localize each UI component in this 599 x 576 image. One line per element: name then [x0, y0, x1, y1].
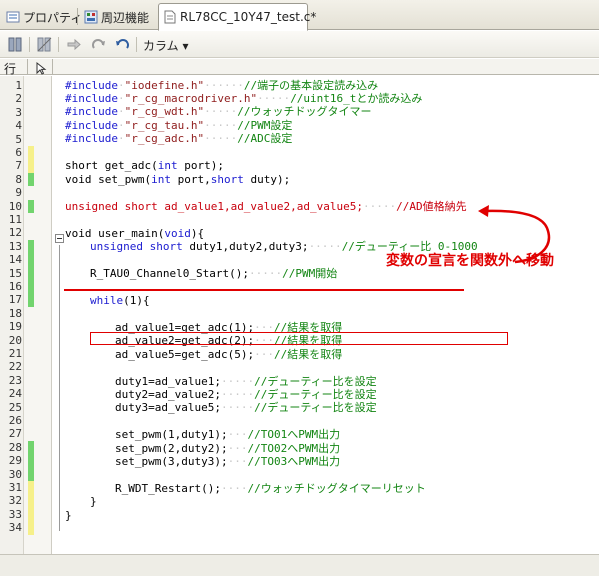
line-number: 2	[15, 92, 22, 106]
horizontal-scrollbar[interactable]	[0, 554, 599, 576]
code-line-12: void user_main(void){	[65, 227, 205, 240]
code-line-17: while(1){	[90, 294, 150, 307]
change-marker	[28, 467, 34, 481]
tab-label: プロパティ	[23, 10, 83, 25]
code-line-31: R_WDT_Restart();····//ウォッチドッグタイマーリセット	[115, 482, 426, 495]
redo-icon[interactable]	[90, 36, 107, 53]
code-line-4: #include·"r_cg_tau.h"·····//PWM設定	[65, 119, 293, 132]
line-number: 17	[8, 293, 22, 307]
change-marker	[28, 521, 34, 535]
line-number: 11	[8, 213, 22, 226]
column-menu-button[interactable]: カラム ▾	[143, 37, 188, 54]
line-number: 23	[8, 373, 22, 387]
line-number: 31	[8, 481, 22, 494]
change-marker	[28, 253, 34, 267]
line-number: 15	[8, 266, 22, 280]
code-line-29: set_pwm(3,duty3);···//TO03へPWM出力	[115, 455, 341, 468]
code-line-7: short get_adc(int port);	[65, 159, 224, 172]
line-number: 21	[8, 347, 22, 360]
line-number: 8	[15, 172, 22, 186]
line-number: 7	[15, 159, 22, 173]
bookmark-icon[interactable]	[7, 36, 24, 53]
forward-icon[interactable]	[65, 36, 82, 53]
fold-toggle-icon[interactable]	[55, 234, 64, 243]
line-header-label: 行	[4, 62, 17, 76]
line-number: 28	[8, 440, 22, 454]
line-number: 4	[15, 119, 22, 133]
code-line-33: }	[65, 509, 72, 522]
code-line-1: #include·"iodefine.h"······//端子の基本設定読み込み	[65, 79, 379, 92]
line-number: 22	[8, 360, 22, 374]
annotation-arrow-icon	[478, 205, 550, 264]
code-line-27: set_pwm(1,duty1);···//TO01へPWM出力	[115, 428, 341, 441]
annotation-empty-box	[90, 332, 508, 345]
code-line-25: duty3=ad_value5;·····//デューティー比を設定	[115, 401, 377, 414]
change-marker	[28, 266, 34, 280]
annotation-underline	[64, 289, 464, 291]
line-number: 6	[15, 146, 22, 159]
change-marker	[28, 507, 34, 522]
line-number: 27	[8, 427, 22, 441]
line-number: 12	[8, 226, 22, 240]
code-line-21: ad_value5=get_adc(5);···//結果を取得	[115, 348, 343, 361]
code-line-24: duty2=ad_value2;·····//デューティー比を設定	[115, 388, 377, 401]
properties-icon	[6, 10, 20, 24]
line-number: 3	[15, 105, 22, 119]
code-line-10: unsigned short ad_value1,ad_value2,ad_va…	[65, 200, 467, 213]
line-number: 13	[8, 239, 22, 253]
code-line-15: R_TAU0_Channel0_Start();·····//PWM開始	[90, 267, 338, 280]
tab-peripheral[interactable]: 周辺機能	[80, 4, 153, 30]
code-line-8: void set_pwm(int port,short duty);	[65, 173, 291, 186]
line-number: 19	[8, 320, 22, 334]
tab-label: 周辺機能	[101, 10, 150, 25]
change-marker	[28, 146, 34, 160]
tab-properties[interactable]: プロパティ	[2, 4, 86, 30]
change-marker	[28, 440, 34, 455]
bookmark-clear-icon[interactable]	[36, 36, 53, 53]
change-marker	[28, 293, 34, 307]
undo-icon[interactable]	[114, 36, 131, 53]
source-file-icon	[163, 10, 177, 24]
line-number: 5	[15, 132, 22, 146]
line-number: 24	[8, 387, 22, 401]
peripheral-icon	[84, 10, 98, 24]
code-line-28: set_pwm(2,duty2);···//TO02へPWM出力	[115, 442, 341, 455]
change-marker	[28, 159, 34, 173]
editor-toolbar: カラム ▾	[0, 31, 599, 58]
tab-label: RL78CC_10Y47_test.c*	[180, 10, 317, 24]
change-marker	[28, 280, 34, 294]
line-number: 30	[8, 467, 22, 481]
line-number: 1	[15, 79, 22, 92]
code-line-3: #include·"r_cg_wdt.h"·····//ウォッチドッグタイマー	[65, 105, 372, 118]
code-editor[interactable]: 1 2 3 4 5 6 7 8 9 10 11 12 13 14 15 16 17 18 19 20 21 22 23 24 2…	[0, 76, 599, 554]
change-marker	[28, 481, 34, 495]
code-line-32: }	[90, 495, 97, 508]
change-marker	[28, 239, 34, 254]
editor-tab-bar: プロパティ 周辺機能 RL78CC_10Y47_test.c*	[0, 0, 599, 31]
line-number: 20	[8, 333, 22, 347]
change-marker	[28, 199, 34, 213]
code-line-5: #include·"r_cg_adc.h"·····//ADC設定	[65, 132, 293, 145]
code-line-23: duty1=ad_value1;·····//デューティー比を設定	[115, 375, 377, 388]
line-number: 18	[8, 306, 22, 320]
change-marker	[28, 494, 34, 508]
tab-source-file[interactable]: RL78CC_10Y47_test.c*	[158, 3, 316, 31]
line-number: 26	[8, 414, 22, 427]
line-number: 32	[8, 494, 22, 508]
change-marker	[28, 172, 34, 187]
line-number: 29	[8, 454, 22, 468]
ruler-row: 行	[0, 59, 599, 76]
line-number: 34	[8, 521, 22, 535]
line-number: 16	[8, 280, 22, 293]
change-marker	[28, 454, 34, 468]
code-line-2: #include·"r_cg_macrodriver.h"·····//uint…	[65, 92, 423, 105]
line-number: 9	[15, 186, 22, 200]
line-number: 14	[8, 253, 22, 267]
line-number: 25	[8, 400, 22, 414]
line-number: 33	[8, 507, 22, 521]
line-number: 10	[8, 199, 22, 213]
